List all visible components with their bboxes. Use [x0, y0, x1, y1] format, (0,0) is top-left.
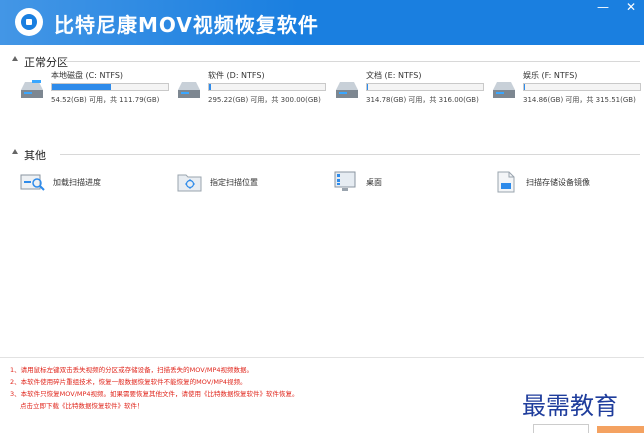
collapse-arrow-icon[interactable] [12, 149, 18, 154]
drive-name: 本地磁盘 (C: NTFS) [51, 71, 124, 80]
desktop-item[interactable]: 桌面 [333, 170, 483, 194]
app-title: 比特尼康MOV视频恢复软件 [54, 13, 319, 37]
device-image-item[interactable]: 扫描存储设备镜像 [493, 170, 643, 194]
minimize-button[interactable]: — [592, 0, 614, 16]
load-progress-item[interactable]: 加载扫描进度 [20, 170, 170, 194]
other-label: 桌面 [366, 178, 382, 187]
desktop-icon [334, 171, 356, 191]
load-progress-icon [20, 174, 45, 191]
drive-name: 娱乐 (F: NTFS) [523, 71, 578, 80]
note-line: 1、请用鼠标左键双击丢失视频的分区或存储设备，扫描丢失的MOV/MP4视频数据。 [10, 366, 254, 374]
hard-drive-icon [21, 80, 43, 98]
drive-usage-fill [367, 84, 368, 90]
notes-divider [0, 357, 644, 358]
drive-usage-bar [366, 83, 484, 91]
drive-f[interactable]: 娱乐 (F: NTFS) 314.86(GB) 可用，共 315.51(GB) [490, 70, 644, 110]
other-label: 加载扫描进度 [53, 178, 101, 187]
collapse-arrow-icon[interactable] [12, 56, 18, 61]
drive-info: 295.22(GB) 可用，共 300.00(GB) [208, 96, 321, 104]
drive-e[interactable]: 文档 (E: NTFS) 314.78(GB) 可用，共 316.00(GB) [333, 70, 493, 110]
hard-drive-icon [336, 82, 358, 98]
hard-drive-icon [178, 82, 200, 98]
note-line: 2、本软件使用碎片重组技术，恢复一般数据恢复软件不能恢复的MOV/MP4视频。 [10, 378, 247, 386]
watermark: 最需教育 [522, 392, 618, 420]
drive-usage-fill [209, 84, 212, 90]
section-others-label: 其他 [24, 149, 46, 162]
section-divider [60, 61, 640, 62]
drive-info: 54.52(GB) 可用，共 111.79(GB) [51, 96, 160, 104]
drive-usage-fill [52, 84, 112, 90]
notes: 1、请用鼠标左键双击丢失视频的分区或存储设备，扫描丢失的MOV/MP4视频数据。… [10, 364, 299, 412]
drive-info: 314.86(GB) 可用，共 315.51(GB) [523, 96, 636, 104]
secondary-button[interactable] [533, 424, 589, 433]
section-divider [60, 154, 640, 155]
download-link[interactable]: 点击立即下载《比特数据恢复软件》软件！ [10, 400, 299, 412]
primary-button[interactable] [597, 426, 644, 433]
drive-name: 软件 (D: NTFS) [208, 71, 265, 80]
close-button[interactable]: ✕ [620, 0, 642, 16]
section-partitions-label: 正常分区 [24, 56, 68, 69]
drive-info: 314.78(GB) 可用，共 316.00(GB) [366, 96, 479, 104]
drive-c[interactable]: 本地磁盘 (C: NTFS) 54.52(GB) 可用，共 111.79(GB) [18, 70, 178, 110]
note-line: 3、本软件只恢复MOV/MP4视频。如果需要恢复其他文件，请使用《比特数据恢复软… [10, 390, 299, 398]
drive-usage-bar [51, 83, 169, 91]
app-logo-icon [15, 8, 43, 36]
drive-name: 文档 (E: NTFS) [366, 71, 422, 80]
drive-d[interactable]: 软件 (D: NTFS) 295.22(GB) 可用，共 300.00(GB) [175, 70, 335, 110]
hard-drive-icon [493, 82, 515, 98]
section-others[interactable]: 其他 [12, 147, 640, 162]
scan-location-item[interactable]: 指定扫描位置 [177, 170, 327, 194]
other-label: 扫描存储设备镜像 [526, 178, 590, 187]
section-partitions[interactable]: 正常分区 [12, 54, 640, 69]
drive-usage-bar [208, 83, 326, 91]
title-bar: 比特尼康MOV视频恢复软件 — ✕ [0, 0, 644, 45]
other-label: 指定扫描位置 [210, 178, 258, 187]
device-image-icon [497, 171, 515, 193]
scan-location-icon [177, 174, 202, 192]
drive-usage-bar [523, 83, 641, 91]
